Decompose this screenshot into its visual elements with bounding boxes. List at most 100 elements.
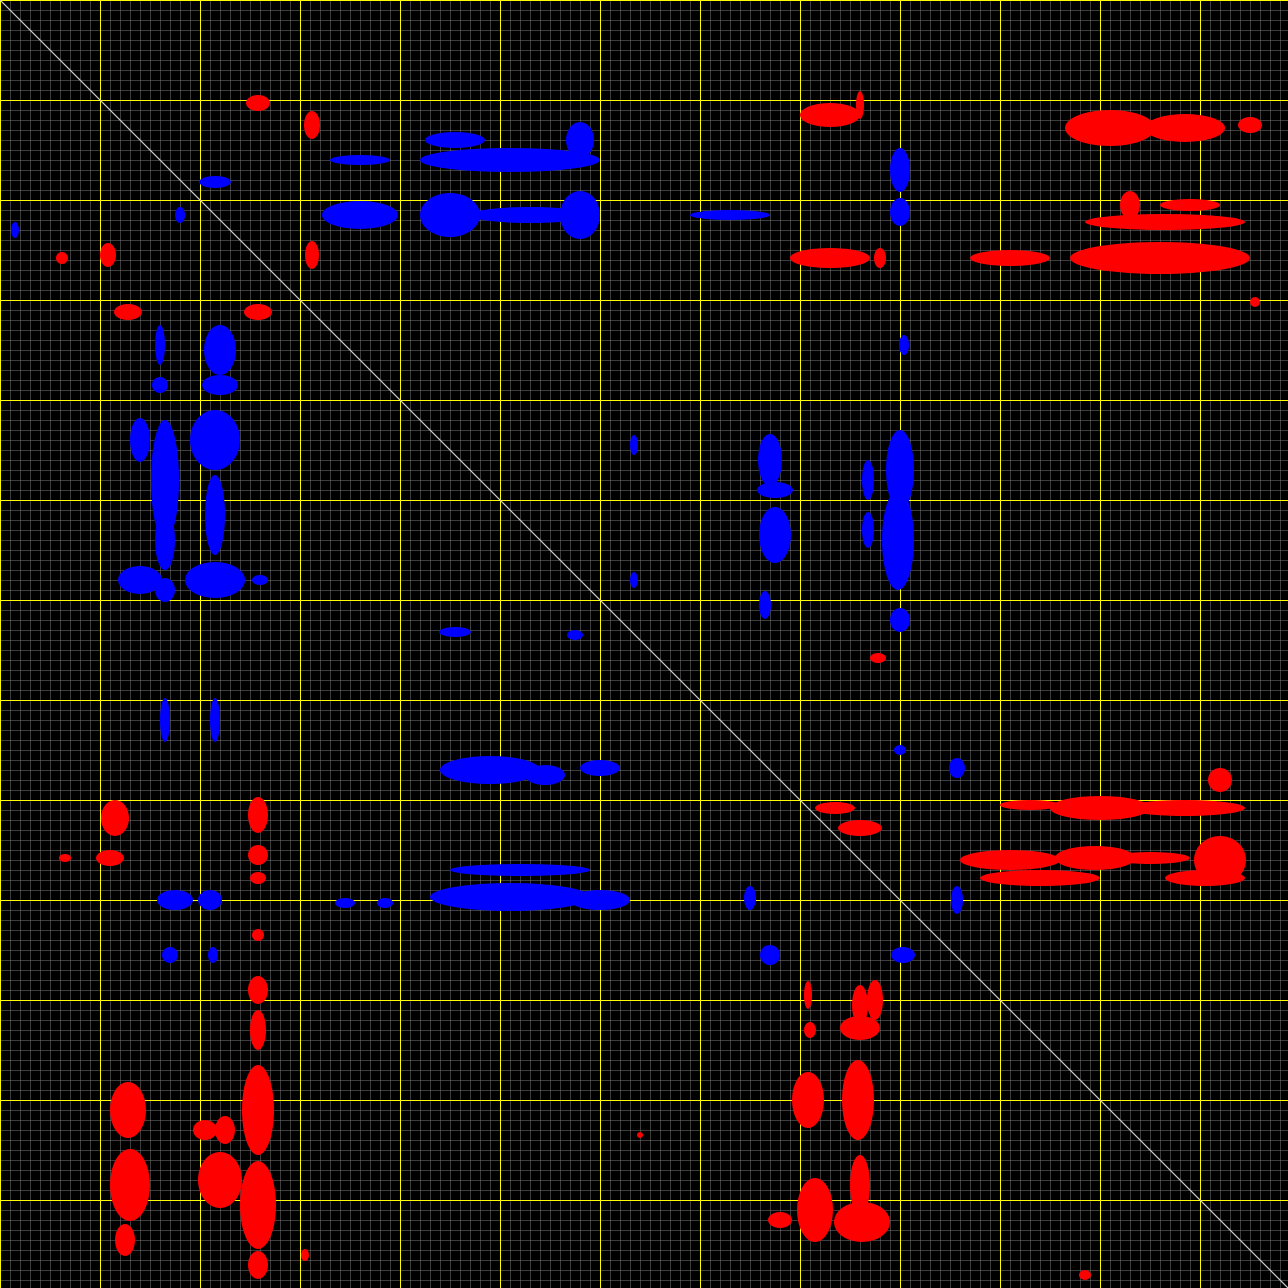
negative-contact-blob [185,562,245,598]
positive-contact-blob [1070,242,1250,274]
negative-contact-blob [949,758,965,778]
negative-contact-blob [335,898,355,908]
positive-contact-blob [1065,110,1155,146]
positive-contact-blob [980,870,1100,886]
positive-contact-blob [874,248,886,268]
positive-contact-blob [114,304,142,320]
negative-contact-blob [198,890,222,910]
positive-contact-blob [215,1116,235,1144]
positive-contact-blob [110,1149,150,1221]
positive-contact-blob [301,1249,309,1261]
positive-contact-blob [1165,870,1245,886]
positive-contact-blob [815,802,855,814]
positive-contact-blob [856,91,864,119]
negative-contact-blob [894,745,906,755]
positive-contact-blob [800,103,860,127]
negative-contact-blob [210,698,220,742]
negative-contact-blob [567,630,583,640]
positive-contact-blob [248,797,268,833]
negative-contact-blob [890,198,910,226]
negative-contact-blob [744,886,756,910]
negative-contact-blob [899,335,909,355]
negative-contact-blob [130,418,150,462]
positive-contact-blob [304,111,320,139]
positive-contact-blob [1000,800,1060,810]
positive-contact-blob [250,1010,266,1050]
negative-contact-blob [11,222,19,238]
positive-contact-blob [970,250,1050,266]
positive-contact-blob [838,820,882,836]
positive-contact-blob [1085,214,1245,230]
positive-contact-blob [1145,114,1225,142]
negative-contact-blob [205,475,225,555]
negative-contact-blob [560,191,600,239]
positive-contact-blob [115,1224,135,1256]
negative-contact-blob [525,765,565,785]
positive-contact-blob [792,1072,824,1128]
negative-contact-blob [439,627,471,637]
positive-contact-blob [100,243,116,267]
positive-contact-blob [56,252,68,264]
negative-contact-blob [162,947,178,963]
positive-contact-blob [252,929,264,941]
positive-contact-blob [96,850,124,866]
positive-contact-blob [248,976,268,1004]
negative-contact-blob [208,947,218,963]
negative-contact-blob [152,377,168,393]
negative-contact-blob [566,122,594,158]
positive-contact-blob [193,1120,217,1140]
positive-contact-blob [867,980,883,1020]
positive-contact-blob [248,1251,268,1279]
negative-contact-blob [155,510,175,570]
negative-contact-blob [890,148,910,192]
positive-contact-blob [804,981,812,1009]
positive-contact-blob [870,653,886,663]
positive-contact-blob [834,1202,890,1242]
positive-contact-blob [101,800,129,836]
positive-contact-blob [797,1178,833,1242]
negative-contact-blob [155,578,175,602]
positive-contact-blob [242,1065,274,1155]
negative-contact-blob [757,482,793,498]
negative-contact-blob [202,375,238,395]
positive-contact-blob [59,854,71,862]
positive-contact-blob [790,248,870,268]
negative-contact-blob [951,886,963,914]
negative-contact-blob [190,410,240,470]
positive-contact-blob [1208,768,1232,792]
negative-contact-blob [425,132,485,148]
positive-contact-blob [246,95,270,111]
positive-contact-blob [842,1060,874,1140]
negative-contact-blob [570,890,630,910]
negative-contact-blob [155,325,165,365]
positive-contact-blob [960,850,1060,870]
negative-contact-blob [430,883,590,911]
positive-contact-blob [1250,297,1260,307]
positive-contact-blob [305,241,319,269]
negative-contact-blob [862,512,874,548]
negative-contact-blob [759,591,771,619]
positive-contact-blob [1125,800,1245,816]
positive-contact-blob [768,1212,792,1228]
negative-contact-blob [630,572,638,588]
positive-contact-blob [1110,852,1190,864]
negative-contact-blob [891,947,915,963]
negative-contact-blob [690,210,770,220]
negative-contact-blob [330,155,390,165]
negative-contact-blob [204,325,236,375]
negative-contact-blob [759,507,791,563]
negative-contact-blob [440,756,540,784]
positive-contact-blob [804,1022,816,1038]
negative-contact-blob [252,575,268,585]
negative-contact-blob [322,201,398,229]
contact-map-plot [0,0,1288,1288]
negative-contact-blob [882,490,914,590]
positive-contact-blob [1160,199,1220,211]
negative-contact-blob [157,890,193,910]
negative-contact-blob [760,945,780,965]
negative-contact-blob [580,760,620,776]
positive-contact-blob [244,304,272,320]
positive-contact-blob [248,845,268,865]
negative-contact-blob [862,460,874,500]
negative-contact-blob [175,207,185,223]
